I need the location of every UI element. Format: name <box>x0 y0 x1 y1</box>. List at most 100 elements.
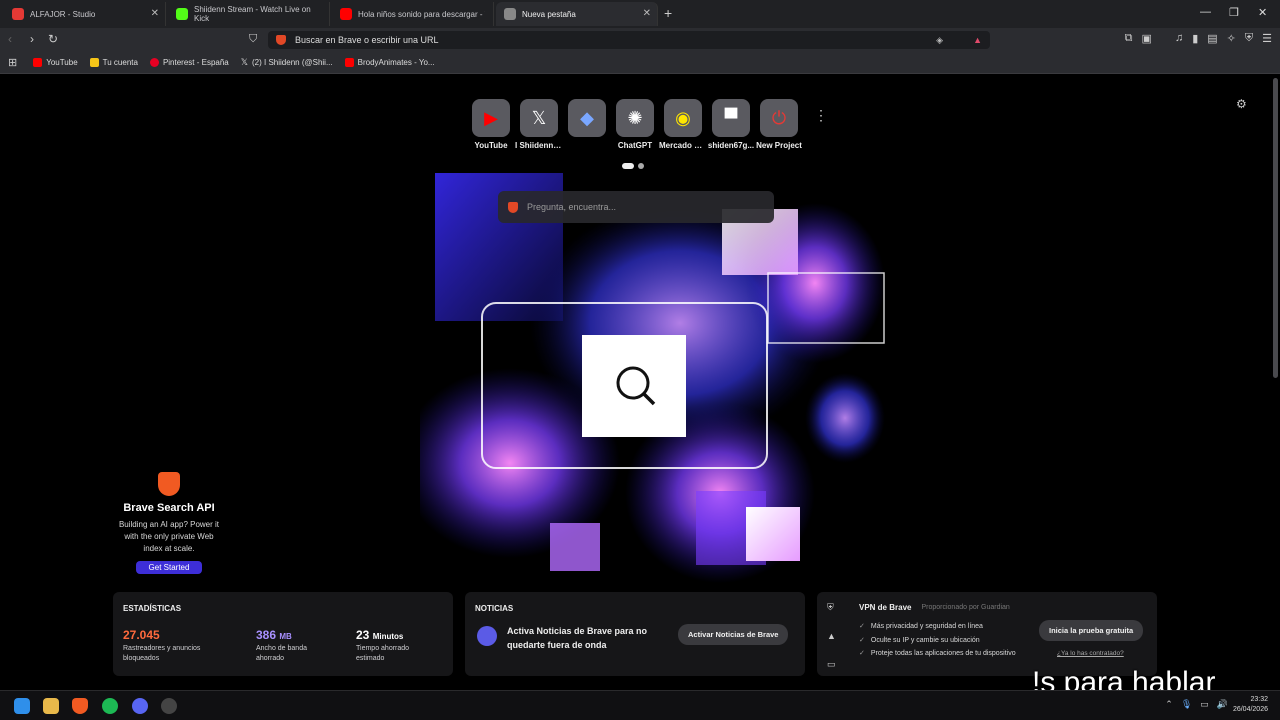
wallet-icon[interactable]: ▤ <box>1207 32 1217 45</box>
shields-icon[interactable]: ◈ <box>936 35 943 46</box>
background-artwork <box>420 173 885 583</box>
bookmark-youtube[interactable]: YouTube <box>33 58 78 67</box>
tab-youtube-sound[interactable]: Hola niños sonido para descargar - Y <box>332 2 494 26</box>
bandwidth-label: Ancho de banda ahorrado <box>256 645 307 662</box>
bookmark-icon[interactable]: ⛉ <box>249 33 257 46</box>
top-site-youtube[interactable]: ▶ YouTube <box>472 99 510 150</box>
top-site-x[interactable]: 𝕏 I Shiidenn (... necesito q... <box>515 99 563 150</box>
brave-search-api-promo: Brave Search API Building an AI app? Pow… <box>114 472 224 575</box>
vpn-feature: Proteje todas las aplicaciones de tu dis… <box>859 647 1016 661</box>
rewards-icon[interactable]: ▲ <box>973 35 982 45</box>
minimize-icon[interactable]: — <box>1200 6 1211 18</box>
vpn-title: VPN de Brave <box>859 603 912 612</box>
studio-favicon-icon <box>12 8 24 20</box>
apps-grid-icon[interactable]: ⊞ <box>8 56 17 69</box>
pinterest-icon <box>149 58 159 67</box>
brave-browser-icon[interactable] <box>72 698 88 714</box>
tab-kick-stream[interactable]: Shiidenn Stream - Watch Live on Kick <box>168 2 330 26</box>
tab-strip: ALFAJOR - Studio ✕ Shiidenn Stream - Wat… <box>0 0 1280 28</box>
vpn-provider: Proporcionado por Guardian <box>921 604 1010 611</box>
close-tab-icon[interactable]: ✕ <box>643 8 651 19</box>
extensions-icon[interactable]: ⧉ <box>1125 32 1133 45</box>
sidebar-icon[interactable]: ▮ <box>1192 32 1198 45</box>
top-site-new-project[interactable]: ⏻ New Project <box>756 99 802 150</box>
volume-icon[interactable]: 🔊 <box>1217 699 1228 710</box>
bookmark-x-shiidenn[interactable]: 𝕏 (2) I Shiidenn (@Shii... <box>241 57 333 68</box>
screenshot-icon[interactable]: ▣ <box>1142 32 1152 45</box>
new-tab-plus-icon[interactable]: + <box>664 5 672 21</box>
time-value: 23 <box>356 628 370 642</box>
address-bar[interactable]: Buscar en Brave o escribir una URL ◈ ▲ <box>268 31 990 49</box>
warning-icon[interactable]: ▲ <box>827 631 836 641</box>
brave-shield-icon <box>276 35 286 45</box>
vpn-header: VPN de Brave Proporcionado por Guardian <box>859 603 1010 612</box>
activate-news-button[interactable]: Activar Noticias de Brave <box>678 624 789 645</box>
stat-trackers: 27.045 Rastreadores y anuncios bloqueado… <box>123 628 213 664</box>
vpn-shield-icon[interactable]: ⛨ <box>827 602 836 613</box>
file-explorer-icon[interactable] <box>43 698 59 714</box>
close-tab-icon[interactable]: ✕ <box>151 8 159 19</box>
top-site-chatgpt[interactable]: ✺ ChatGPT <box>616 99 654 150</box>
news-heading: NOTICIAS <box>475 604 514 613</box>
maximize-icon[interactable]: ❐ <box>1229 6 1239 19</box>
brave-lion-icon <box>158 472 180 496</box>
brave-logo-icon <box>508 201 518 213</box>
top-site-mercadolibre[interactable]: ◉ Mercado Li... <box>659 99 707 150</box>
bookmark-brodyanimates[interactable]: BrodyAnimates - Yo... <box>344 58 435 67</box>
time-label: Tiempo ahorrado estimado <box>356 645 410 662</box>
stats-heading: ESTADÍSTICAS <box>123 604 182 613</box>
media-icon[interactable]: ♫ <box>1175 32 1183 45</box>
bandwidth-value: 386 <box>256 628 277 642</box>
stat-time: 23 Minutos Tiempo ahorrado estimado <box>356 628 420 664</box>
close-window-icon[interactable]: ✕ <box>1258 6 1267 19</box>
top-site-label: Mercado Li... <box>659 141 707 150</box>
top-site-shiden67g[interactable]: ▀ shiden67g... <box>708 99 754 150</box>
x-icon: 𝕏 <box>520 99 558 137</box>
trackers-label: Rastreadores y anuncios bloqueados <box>123 645 201 662</box>
bookmark-tu-cuenta[interactable]: Tu cuenta <box>89 58 138 67</box>
vpn-features: Más privacidad y seguridad en línea Ocul… <box>859 620 1016 661</box>
back-icon[interactable]: ‹ <box>8 32 12 46</box>
top-sites-pager[interactable] <box>622 163 644 169</box>
card-switcher: ⛨ ▲ ▭ <box>827 602 836 670</box>
project-icon: ⏻ <box>760 99 798 137</box>
leo-ai-icon[interactable]: ✧ <box>1227 32 1236 45</box>
spotify-icon[interactable] <box>102 698 118 714</box>
stats-card: ESTADÍSTICAS 27.045 Rastreadores y anunc… <box>113 592 453 676</box>
top-site-gemini[interactable]: ◆ <box>568 99 606 150</box>
app-icon[interactable] <box>161 698 177 714</box>
top-site-label: shiden67g... <box>707 141 755 150</box>
more-options-icon[interactable]: ⋮ <box>814 107 828 124</box>
vpn-shield-icon[interactable]: ⛨ <box>1245 32 1253 45</box>
vpn-feature: Más privacidad y seguridad en línea <box>859 620 1016 634</box>
bookmark-label: Tu cuenta <box>102 58 138 67</box>
gear-icon[interactable]: ⚙ <box>1236 97 1247 111</box>
reload-icon[interactable]: ↻ <box>48 32 58 46</box>
network-icon[interactable]: ▭ <box>1200 699 1209 710</box>
already-subscribed-link[interactable]: ¿Ya lo has contratado? <box>1057 650 1124 657</box>
menu-icon[interactable]: ☰ <box>1262 32 1272 45</box>
get-started-button[interactable]: Get Started <box>135 561 203 574</box>
forward-icon[interactable]: › <box>30 32 34 46</box>
tab-new-tab[interactable]: Nueva pestaña ✕ <box>496 2 658 26</box>
chevron-up-icon[interactable]: ⌃ <box>1165 699 1173 710</box>
windows-start-icon[interactable] <box>14 698 30 714</box>
taskbar-clock[interactable]: 23:32 26/04/2026 <box>1233 695 1268 715</box>
start-trial-button[interactable]: Inicia la prueba gratuita <box>1039 620 1144 641</box>
tab-title: Hola niños sonido para descargar - Y <box>358 9 485 19</box>
taskbar: ⌃ 🎙 ▭ 🔊 23:32 26/04/2026 <box>0 690 1280 720</box>
microphone-icon[interactable]: 🎙 <box>1181 699 1192 710</box>
kick-favicon-icon <box>176 8 188 20</box>
ask-search-input[interactable]: Pregunta, encuentra... <box>498 191 774 223</box>
tab-alfajor[interactable]: ALFAJOR - Studio ✕ <box>4 2 166 26</box>
site-icon: ▀ <box>712 99 750 137</box>
tab-title: Shiidenn Stream - Watch Live on Kick <box>194 5 311 23</box>
page-scrollbar[interactable] <box>1273 78 1278 378</box>
mercadolibre-icon: ◉ <box>664 99 702 137</box>
stat-bandwidth: 386 MB Ancho de banda ahorrado <box>256 628 320 664</box>
display-icon[interactable]: ▭ <box>827 659 836 670</box>
bookmark-pinterest[interactable]: Pinterest - España <box>149 58 229 67</box>
discord-icon[interactable] <box>132 698 148 714</box>
youtube-icon <box>344 58 354 67</box>
top-site-label: ChatGPT <box>617 141 653 150</box>
